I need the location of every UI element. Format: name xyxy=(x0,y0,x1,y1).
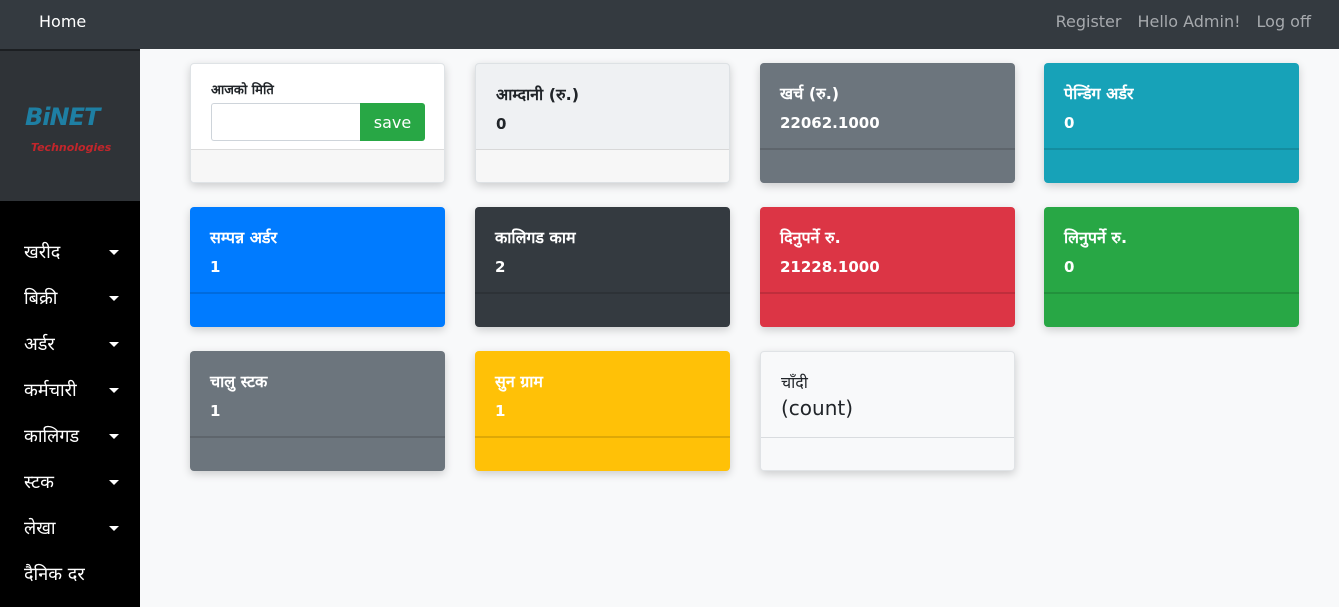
silver-card[interactable]: चाँदी (count) xyxy=(760,351,1015,471)
caret-down-icon xyxy=(109,296,119,301)
sidebar-item-label: कर्मचारी xyxy=(24,380,77,401)
card-body: खर्च (रु.) 22062.1000 xyxy=(760,63,1015,149)
card-footer xyxy=(476,149,729,182)
card-title: खर्च (रु.) xyxy=(780,84,840,103)
payable-card[interactable]: दिनुपर्ने रु. 21228.1000 xyxy=(760,207,1015,327)
hello-admin-link[interactable]: Hello Admin! xyxy=(1137,12,1240,31)
card-title: चाँदी xyxy=(781,373,808,392)
sidebar-item-accounts[interactable]: लेखा xyxy=(0,505,140,551)
card-footer xyxy=(760,148,1015,183)
card-title: सुन ग्राम xyxy=(495,372,544,391)
card-title: दिनुपर्ने रु. xyxy=(780,228,841,247)
card-footer xyxy=(475,292,730,327)
caret-down-icon xyxy=(109,480,119,485)
sidebar-item-stock[interactable]: स्टक xyxy=(0,459,140,505)
card-body: आजको मिति save xyxy=(191,64,444,150)
card-body: दिनुपर्ने रु. 21228.1000 xyxy=(760,207,1015,293)
card-body: चालु स्टक 1 xyxy=(190,351,445,437)
card-body: चाँदी (count) xyxy=(761,352,1014,438)
card-body: कालिगड काम 2 xyxy=(475,207,730,293)
sidebar-item-sales[interactable]: बिक्री xyxy=(0,275,140,321)
date-card: आजको मिति save xyxy=(190,63,445,183)
card-footer xyxy=(190,292,445,327)
save-button[interactable]: save xyxy=(360,103,425,141)
caret-down-icon xyxy=(109,434,119,439)
sidebar-item-label: लेखा xyxy=(24,518,56,539)
card-footer xyxy=(190,436,445,471)
card-footer xyxy=(191,149,444,182)
current-stock-card[interactable]: चालु स्टक 1 xyxy=(190,351,445,471)
card-body: सुन ग्राम 1 xyxy=(475,351,730,437)
logoff-link[interactable]: Log off xyxy=(1257,12,1311,31)
card-title: लिनुपर्ने रु. xyxy=(1064,228,1128,247)
card-footer xyxy=(761,437,1014,470)
card-title: चालु स्टक xyxy=(210,372,268,391)
sidebar-item-order[interactable]: अर्डर xyxy=(0,321,140,367)
card-value: 22062.1000 xyxy=(780,114,880,132)
logo-subtitle: Technologies xyxy=(31,141,112,154)
card-footer xyxy=(475,436,730,471)
card-footer xyxy=(1044,292,1299,327)
sidebar-item-label: अर्डर xyxy=(24,334,55,355)
caret-down-icon xyxy=(109,526,119,531)
completed-order-card[interactable]: सम्पन्न अर्डर 1 xyxy=(190,207,445,327)
card-body: लिनुपर्ने रु. 0 xyxy=(1044,207,1299,293)
card-footer xyxy=(1044,148,1299,183)
card-title: आम्दानी (रु.) xyxy=(496,85,580,104)
card-value: 1 xyxy=(210,402,221,420)
card-value: 2 xyxy=(495,258,506,276)
caret-down-icon xyxy=(109,342,119,347)
date-label: आजको मिति xyxy=(211,83,274,98)
sidebar-item-craftsman[interactable]: कालिगड xyxy=(0,413,140,459)
sidebar-item-employee[interactable]: कर्मचारी xyxy=(0,367,140,413)
home-link[interactable]: Home xyxy=(39,12,86,31)
card-value: 0 xyxy=(1064,258,1075,276)
logo-wordmark: BiNET xyxy=(25,103,100,131)
caret-down-icon xyxy=(109,250,119,255)
card-value: (count) xyxy=(781,396,854,420)
card-title: सम्पन्न अर्डर xyxy=(210,228,278,247)
caret-down-icon xyxy=(109,388,119,393)
card-value: 1 xyxy=(210,258,221,276)
top-navbar: Home Register Hello Admin! Log off xyxy=(0,0,1339,49)
income-card[interactable]: आम्दानी (रु.) 0 xyxy=(475,63,730,183)
sidebar-nav: खरीद बिक्री अर्डर कर्मचारी कालिगड स्टक ल… xyxy=(0,201,140,597)
navbar-right: Register Hello Admin! Log off xyxy=(1056,12,1311,31)
pending-order-card[interactable]: पेन्डिंग अर्डर 0 xyxy=(1044,63,1299,183)
sidebar-item-label: खरीद xyxy=(24,242,61,263)
card-value: 0 xyxy=(496,115,507,133)
logo[interactable]: BiNET Technologies xyxy=(0,49,140,201)
card-body: सम्पन्न अर्डर 1 xyxy=(190,207,445,293)
craftsman-work-card[interactable]: कालिगड काम 2 xyxy=(475,207,730,327)
card-footer xyxy=(760,292,1015,327)
card-title: कालिगड काम xyxy=(495,228,576,247)
date-input[interactable] xyxy=(211,103,361,141)
sidebar-item-label: स्टक xyxy=(24,472,54,493)
card-value: 1 xyxy=(495,402,506,420)
sidebar-item-label: कालिगड xyxy=(24,426,80,447)
sidebar: BiNET Technologies खरीद बिक्री अर्डर कर्… xyxy=(0,49,140,607)
register-link[interactable]: Register xyxy=(1056,12,1122,31)
card-title: पेन्डिंग अर्डर xyxy=(1064,84,1134,103)
gold-gram-card[interactable]: सुन ग्राम 1 xyxy=(475,351,730,471)
sidebar-item-purchase[interactable]: खरीद xyxy=(0,229,140,275)
expense-card[interactable]: खर्च (रु.) 22062.1000 xyxy=(760,63,1015,183)
card-body: पेन्डिंग अर्डर 0 xyxy=(1044,63,1299,149)
sidebar-item-label: बिक्री xyxy=(24,288,58,309)
card-body: आम्दानी (रु.) 0 xyxy=(476,64,729,150)
card-value: 21228.1000 xyxy=(780,258,880,276)
receivable-card[interactable]: लिनुपर्ने रु. 0 xyxy=(1044,207,1299,327)
card-value: 0 xyxy=(1064,114,1075,132)
sidebar-item-label: दैनिक दर xyxy=(24,564,85,585)
sidebar-item-daily-rate[interactable]: दैनिक दर xyxy=(0,551,140,597)
